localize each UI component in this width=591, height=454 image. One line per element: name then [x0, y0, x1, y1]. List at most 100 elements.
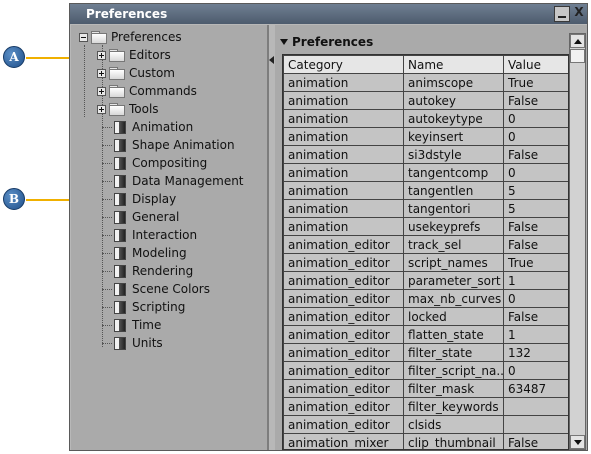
- cell-value[interactable]: True: [503, 73, 568, 92]
- table-row[interactable]: animation autokey False: [283, 91, 568, 110]
- preference-page-icon: [114, 192, 126, 206]
- table-row[interactable]: animation tangentcomp 0: [283, 163, 568, 182]
- column-header-name[interactable]: Name: [403, 55, 504, 74]
- table-row[interactable]: animation_mixer clip_thumbnail False: [283, 433, 568, 449]
- tree-item-shape-animation[interactable]: Shape Animation: [102, 136, 235, 154]
- table-row[interactable]: animation_editor filter_state 132: [283, 343, 568, 362]
- tree-item-data-management[interactable]: Data Management: [102, 172, 244, 190]
- table-row[interactable]: animation_editor flatten_state 1: [283, 325, 568, 344]
- cell-value[interactable]: False: [503, 433, 568, 449]
- tree-item-interaction[interactable]: Interaction: [102, 226, 197, 244]
- preferences-table: Category Name Value animation animscope Tr…: [282, 54, 569, 450]
- table-row[interactable]: animation tangentori 5: [283, 199, 568, 218]
- table-row[interactable]: animation usekeyprefs False: [283, 217, 568, 236]
- table-row[interactable]: animation_editor filter_keywords: [283, 397, 568, 416]
- tree-item-label: Modeling: [132, 246, 187, 260]
- expand-icon[interactable]: [97, 68, 106, 78]
- cell-value[interactable]: False: [503, 91, 568, 110]
- tree-item-rendering[interactable]: Rendering: [102, 262, 193, 280]
- cell-value[interactable]: 0: [503, 289, 568, 308]
- cell-value[interactable]: False: [503, 235, 568, 254]
- cell-name: clsids: [403, 415, 504, 434]
- cell-value[interactable]: 5: [503, 199, 568, 218]
- tree-item-units[interactable]: Units: [102, 334, 163, 352]
- collapse-arrow-icon[interactable]: [280, 39, 288, 45]
- tree-item-compositing[interactable]: Compositing: [102, 154, 207, 172]
- column-header-category[interactable]: Category: [283, 55, 404, 74]
- expand-icon[interactable]: [97, 86, 106, 96]
- cell-value[interactable]: False: [503, 217, 568, 236]
- cell-value[interactable]: 1: [503, 325, 568, 344]
- cell-value[interactable]: 0: [503, 163, 568, 182]
- table-row[interactable]: animation_editor parameter_sort 1: [283, 271, 568, 290]
- tree-folder-commands[interactable]: Commands: [97, 82, 197, 100]
- table-row[interactable]: animation keyinsert 0: [283, 127, 568, 146]
- tree-folder-custom[interactable]: Custom: [97, 64, 175, 82]
- tree-item-time[interactable]: Time: [102, 316, 161, 334]
- tree-connector: [102, 253, 112, 254]
- cell-category: animation: [283, 217, 404, 236]
- cell-value[interactable]: 1: [503, 271, 568, 290]
- scroll-down-button[interactable]: [570, 435, 585, 449]
- cell-value[interactable]: False: [503, 307, 568, 326]
- table-row[interactable]: animation autokeytype 0: [283, 109, 568, 128]
- cell-name: script_names: [403, 253, 504, 272]
- tree-item-scene-colors[interactable]: Scene Colors: [102, 280, 210, 298]
- cell-value[interactable]: [503, 397, 568, 416]
- vertical-scrollbar[interactable]: [569, 33, 586, 450]
- scroll-up-button[interactable]: [570, 34, 585, 48]
- cell-name: track_sel: [403, 235, 504, 254]
- cell-value[interactable]: 0: [503, 361, 568, 380]
- cell-value[interactable]: 132: [503, 343, 568, 362]
- table-row[interactable]: animation_editor clsids: [283, 415, 568, 434]
- table-row[interactable]: animation_editor max_nb_curves 0: [283, 289, 568, 308]
- tree-item-display[interactable]: Display: [102, 190, 176, 208]
- scroll-thumb[interactable]: [570, 49, 585, 63]
- tree-root[interactable]: Preferences: [79, 28, 182, 46]
- tree-item-general[interactable]: General: [102, 208, 179, 226]
- table-row[interactable]: animation_editor script_names True: [283, 253, 568, 272]
- tree-connector: [102, 307, 112, 308]
- tree-item-modeling[interactable]: Modeling: [102, 244, 187, 262]
- cell-name: keyinsert: [403, 127, 504, 146]
- panel-divider-grip[interactable]: [269, 56, 274, 64]
- cell-value[interactable]: 0: [503, 127, 568, 146]
- cell-value[interactable]: 5: [503, 181, 568, 200]
- close-button[interactable]: X: [571, 6, 587, 22]
- table-row[interactable]: animation_editor filter_script_na... 0: [283, 361, 568, 380]
- cell-category: animation_editor: [283, 379, 404, 398]
- column-header-value[interactable]: Value: [503, 55, 568, 74]
- tree-connector: [102, 199, 112, 200]
- table-row[interactable]: animation si3dstyle False: [283, 145, 568, 164]
- tree-item-label: Units: [132, 336, 163, 350]
- table-row[interactable]: animation animscope True: [283, 73, 568, 92]
- tree-item-scripting[interactable]: Scripting: [102, 298, 185, 316]
- tree-root-label: Preferences: [111, 30, 182, 44]
- table-row[interactable]: animation_editor filter_mask 63487: [283, 379, 568, 398]
- cell-value[interactable]: True: [503, 253, 568, 272]
- title-bar[interactable]: Preferences X: [70, 4, 587, 24]
- table-row[interactable]: animation tangentlen 5: [283, 181, 568, 200]
- collapse-icon[interactable]: [79, 32, 88, 42]
- cell-category: animation_editor: [283, 361, 404, 380]
- cell-value[interactable]: 63487: [503, 379, 568, 398]
- tree-folder-label: Custom: [129, 66, 175, 80]
- table-row[interactable]: animation_editor track_sel False: [283, 235, 568, 254]
- tree-folder-label: Commands: [129, 84, 197, 98]
- expand-icon[interactable]: [97, 104, 106, 114]
- cell-value[interactable]: 0: [503, 109, 568, 128]
- tree-folder-editors[interactable]: Editors: [97, 46, 171, 64]
- cell-name: clip_thumbnail: [403, 433, 504, 449]
- preference-page-icon: [114, 264, 126, 278]
- table-row[interactable]: animation_editor locked False: [283, 307, 568, 326]
- tree-item-animation[interactable]: Animation: [102, 118, 193, 136]
- cell-value[interactable]: [503, 415, 568, 434]
- expand-icon[interactable]: [97, 50, 106, 60]
- preference-page-icon: [114, 300, 126, 314]
- section-header[interactable]: Preferences: [280, 35, 373, 49]
- tree-folder-tools[interactable]: Tools: [97, 100, 159, 118]
- cell-value[interactable]: False: [503, 145, 568, 164]
- tree-connector: [102, 163, 112, 164]
- minimize-button[interactable]: [554, 6, 570, 22]
- cell-category: animation: [283, 163, 404, 182]
